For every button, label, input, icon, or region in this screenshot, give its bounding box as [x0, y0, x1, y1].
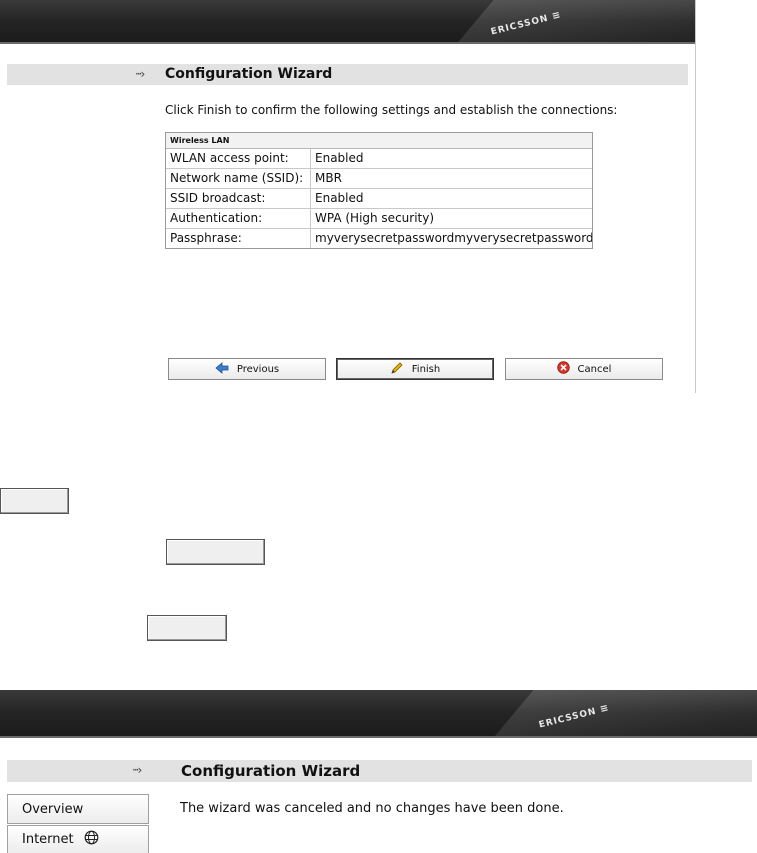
cancelled-message: The wizard was canceled and no changes h… — [180, 801, 564, 816]
table-row: WLAN access point: Enabled — [166, 149, 592, 169]
sidebar-item-label: Overview — [22, 801, 84, 817]
setting-label: Authentication: — [166, 209, 311, 228]
header-banner: ERICSSON≡ — [0, 690, 757, 738]
wlan-settings-table: Wireless LAN WLAN access point: Enabled … — [165, 132, 593, 249]
setting-label: Network name (SSID): — [166, 169, 311, 188]
finish-button[interactable]: Finish — [336, 358, 494, 380]
setting-label: SSID broadcast: — [166, 189, 311, 208]
blank-button[interactable] — [147, 615, 227, 641]
cancel-button[interactable]: Cancel — [505, 358, 663, 380]
table-row: Network name (SSID): MBR — [166, 169, 592, 189]
wlan-section-header: Wireless LAN — [166, 133, 592, 149]
table-row: SSID broadcast: Enabled — [166, 189, 592, 209]
header-banner: ERICSSON≡ — [0, 0, 695, 44]
setting-value: MBR — [315, 171, 342, 185]
page-title-bar: ···› Configuration Wizard — [7, 64, 688, 85]
page-title-bar: ···› Configuration Wizard — [7, 760, 752, 782]
sidebar-item-overview[interactable]: Overview — [7, 794, 149, 824]
setting-value: Enabled — [315, 191, 364, 205]
previous-label: Previous — [236, 363, 280, 375]
setting-label: Passphrase: — [166, 229, 311, 248]
previous-button[interactable]: Previous — [168, 358, 326, 380]
cancel-x-icon — [556, 361, 570, 377]
setting-value: Enabled — [315, 151, 364, 165]
arrow-left-icon — [215, 361, 229, 377]
wizard-confirm-screen: ERICSSON≡ ···› Configuration Wizard Clic… — [0, 0, 696, 393]
table-row: Passphrase: myverysecretpasswordmyveryse… — [166, 229, 592, 248]
setting-value: myverysecretpasswordmyverysecretpassword — [315, 231, 592, 245]
setting-value: WPA (High security) — [315, 211, 435, 225]
wizard-cancelled-screen: ERICSSON≡ ···› Configuration Wizard Over… — [0, 690, 757, 853]
page-title: Configuration Wizard — [181, 762, 361, 780]
confirm-instruction: Click Finish to confirm the following se… — [165, 103, 618, 117]
page-title: Configuration Wizard — [165, 66, 333, 82]
pencil-icon — [390, 361, 404, 378]
globe-icon — [84, 830, 99, 849]
blank-button[interactable] — [166, 539, 265, 565]
setting-label: WLAN access point: — [166, 149, 311, 168]
finish-label: Finish — [411, 363, 441, 375]
cancel-label: Cancel — [577, 363, 612, 375]
sidebar-item-label: Internet — [22, 832, 74, 847]
sidebar-item-internet[interactable]: Internet — [7, 825, 149, 853]
table-row: Authentication: WPA (High security) — [166, 209, 592, 229]
dotted-arrow-icon: ···› — [132, 763, 142, 777]
dotted-arrow-icon: ···› — [135, 67, 145, 81]
blank-button[interactable] — [0, 488, 69, 514]
